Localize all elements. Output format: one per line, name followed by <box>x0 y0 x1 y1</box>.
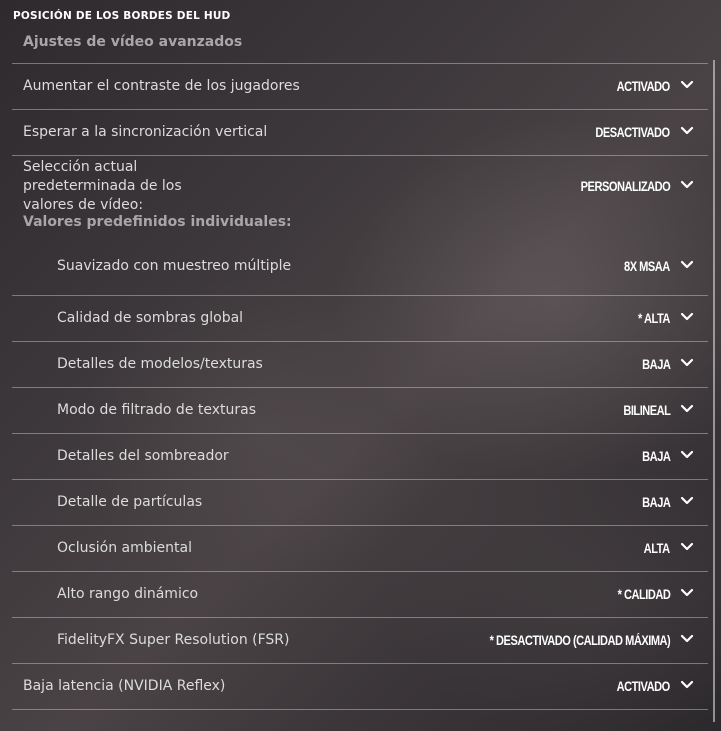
chevron-down-icon[interactable] <box>680 126 694 136</box>
chevron-down-icon[interactable] <box>680 80 694 90</box>
chevron-down-icon[interactable] <box>680 542 694 552</box>
setting-value[interactable]: BAJA <box>642 342 671 387</box>
setting-label: Modo de filtrado de texturas <box>57 402 257 418</box>
setting-label: Detalles del sombreador <box>57 448 229 464</box>
setting-label: Oclusión ambiental <box>57 540 192 556</box>
setting-shadow-quality[interactable]: Calidad de sombras global * ALTA <box>12 295 708 341</box>
settings-list: Aumentar el contraste de los jugadores A… <box>12 63 708 710</box>
setting-label: FidelityFX Super Resolution (FSR) <box>57 632 290 648</box>
setting-ambient-occlusion[interactable]: Oclusión ambiental ALTA <box>12 525 708 571</box>
setting-value[interactable]: * DESACTIVADO (CALIDAD MÁXIMA) <box>489 618 670 663</box>
hud-title: POSICIÓN DE LOS BORDES DEL HUD <box>13 10 231 22</box>
setting-texture-filtering[interactable]: Modo de filtrado de texturas BILINEAL <box>12 387 708 433</box>
setting-low-latency[interactable]: Baja latencia (NVIDIA Reflex) ACTIVADO <box>12 663 708 709</box>
section-header: Ajustes de vídeo avanzados <box>23 34 243 50</box>
setting-shader-detail[interactable]: Detalles del sombreador BAJA <box>12 433 708 479</box>
list-divider <box>12 709 708 710</box>
setting-label: Aumentar el contraste de los jugadores <box>23 78 300 94</box>
setting-label: Detalles de modelos/texturas <box>57 356 263 372</box>
chevron-down-icon[interactable] <box>680 450 694 460</box>
setting-msaa[interactable]: Suavizado con muestreo múltiple 8X MSAA <box>12 241 708 295</box>
chevron-down-icon[interactable] <box>680 404 694 414</box>
setting-value[interactable]: ACTIVADO <box>617 664 671 709</box>
setting-label: Detalle de partículas <box>57 494 203 510</box>
setting-value[interactable]: ALTA <box>644 526 670 571</box>
chevron-down-icon[interactable] <box>680 358 694 368</box>
setting-value[interactable]: DESACTIVADO <box>596 110 671 155</box>
setting-vsync[interactable]: Esperar a la sincronización vertical DES… <box>12 109 708 155</box>
setting-value[interactable]: BAJA <box>642 480 671 525</box>
setting-model-texture-detail[interactable]: Detalles de modelos/texturas BAJA <box>12 341 708 387</box>
setting-value[interactable]: ACTIVADO <box>617 64 671 109</box>
setting-label: Suavizado con muestreo múltiple <box>57 258 292 274</box>
chevron-down-icon[interactable] <box>680 588 694 598</box>
setting-value[interactable]: PERSONALIZADO <box>580 164 670 209</box>
setting-particle-detail[interactable]: Detalle de partículas BAJA <box>12 479 708 525</box>
setting-value[interactable]: * ALTA <box>638 296 670 341</box>
setting-value[interactable]: BILINEAL <box>623 388 671 433</box>
setting-label: Calidad de sombras global <box>57 310 244 326</box>
chevron-down-icon[interactable] <box>680 680 694 690</box>
setting-label: Alto rango dinámico <box>57 586 199 602</box>
setting-hdr[interactable]: Alto rango dinámico * CALIDAD <box>12 571 708 617</box>
setting-value[interactable]: BAJA <box>642 434 671 479</box>
setting-label: Esperar a la sincronización vertical <box>23 124 268 140</box>
setting-fsr[interactable]: FidelityFX Super Resolution (FSR) * DESA… <box>12 617 708 663</box>
sub-section-header: Valores predefinidos individuales: <box>23 214 292 230</box>
setting-label: Baja latencia (NVIDIA Reflex) <box>23 678 226 694</box>
chevron-down-icon[interactable] <box>680 634 694 644</box>
setting-player-contrast[interactable]: Aumentar el contraste de los jugadores A… <box>12 63 708 109</box>
chevron-down-icon[interactable] <box>680 260 694 270</box>
setting-label: Selección actual predeterminada de los v… <box>23 159 182 213</box>
setting-video-preset[interactable]: Selección actual predeterminada de los v… <box>12 155 708 241</box>
chevron-down-icon[interactable] <box>680 496 694 506</box>
scrollbar[interactable] <box>713 60 715 722</box>
chevron-down-icon[interactable] <box>680 180 694 190</box>
setting-value[interactable]: * CALIDAD <box>617 572 670 617</box>
chevron-down-icon[interactable] <box>680 312 694 322</box>
setting-value[interactable]: 8X MSAA <box>624 244 670 289</box>
